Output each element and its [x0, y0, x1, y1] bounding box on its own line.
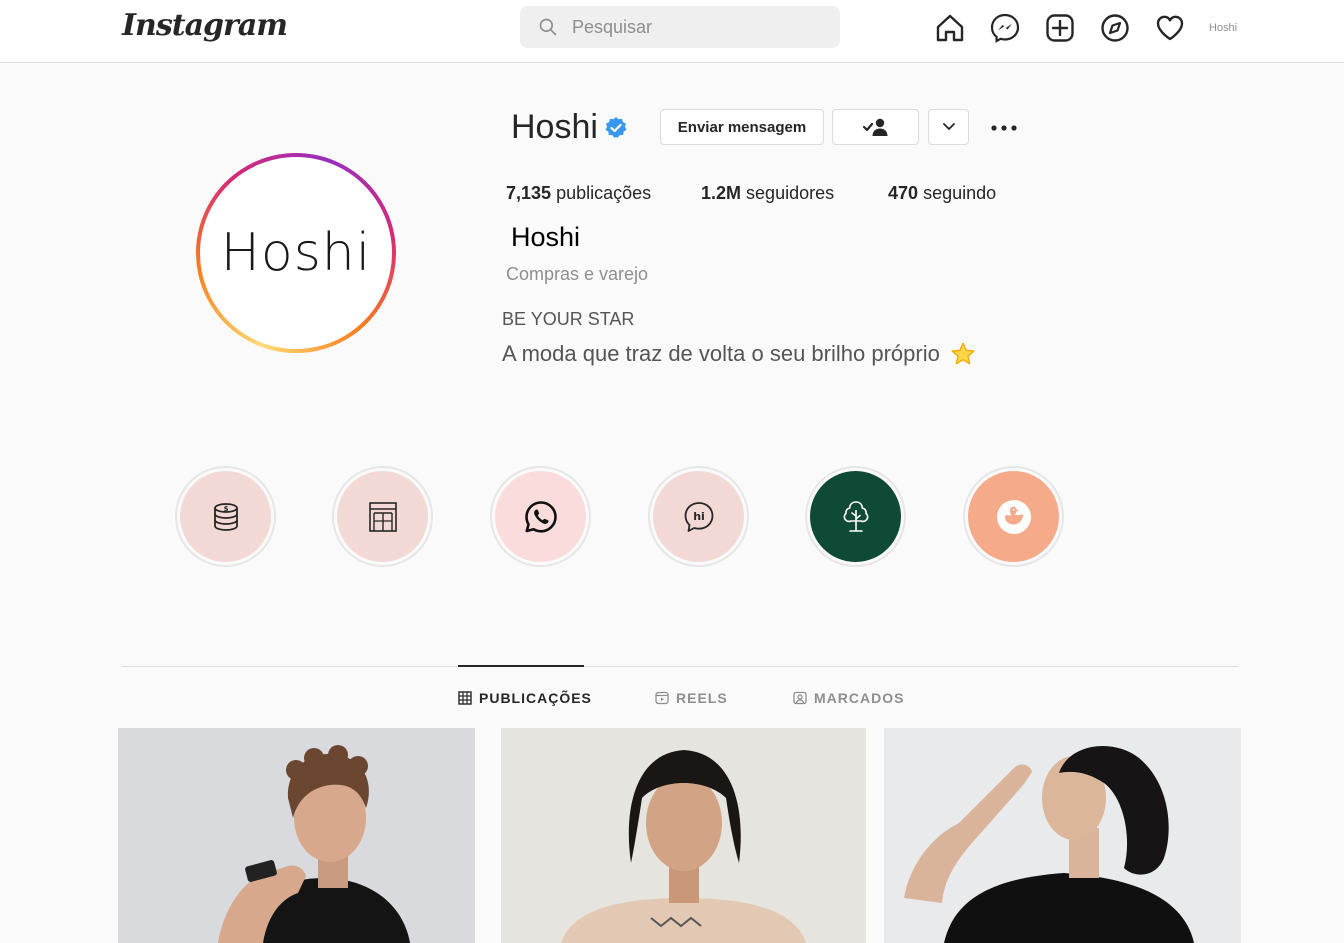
highlight-shop[interactable]: [332, 466, 433, 567]
profile-avatar[interactable]: Hoshi: [196, 153, 396, 353]
chevron-down-icon: [942, 123, 955, 130]
followers-stat[interactable]: 1.2M seguidores: [701, 183, 901, 204]
bio-line-2: A moda que traz de volta o seu brilho pr…: [502, 341, 976, 367]
active-tab-indicator: [458, 665, 584, 667]
highlight-duck-inner: [968, 471, 1059, 562]
post-thumbnail[interactable]: [884, 728, 1241, 943]
highlight-hi-chat[interactable]: hi: [648, 466, 749, 567]
profile-username: Hoshi: [511, 108, 598, 146]
posts-count: 7,135: [506, 183, 552, 203]
highlight-hi-chat-inner: hi: [653, 471, 744, 562]
tab-tagged[interactable]: MARCADOS: [793, 690, 904, 706]
post-thumbnail[interactable]: [118, 728, 475, 943]
explore-icon[interactable]: [1097, 10, 1133, 46]
tab-reels-label: REELS: [676, 690, 728, 706]
shop-icon: [368, 501, 397, 532]
svg-text:$: $: [223, 505, 228, 513]
home-icon[interactable]: [932, 10, 968, 46]
reels-icon: [655, 691, 669, 705]
post-image: [501, 728, 866, 943]
tree-icon: [843, 500, 868, 532]
profile-category: Compras e varejo: [506, 264, 649, 284]
new-post-icon[interactable]: [1042, 10, 1078, 46]
profile-link[interactable]: Hoshi: [1209, 22, 1237, 34]
tab-reels[interactable]: REELS: [655, 690, 728, 706]
following-stat[interactable]: 470 seguindo: [888, 183, 1088, 204]
following-button[interactable]: [832, 109, 919, 145]
tab-tagged-label: MARCADOS: [814, 690, 905, 706]
followers-label: seguidores: [746, 183, 835, 203]
top-nav-bar: Instagram Hoshi: [0, 0, 1344, 63]
highlight-shop-inner: [337, 471, 428, 562]
followers-count: 1.2M: [701, 183, 742, 203]
verified-badge-icon: [605, 117, 627, 138]
instagram-logo[interactable]: Instagram: [122, 8, 288, 43]
bio-line-1: BE YOUR STAR: [502, 309, 635, 329]
profile-full-name: Hoshi: [511, 222, 581, 252]
following-label: seguindo: [923, 183, 997, 203]
bio-line-2-text: A moda que traz de volta o seu brilho pr…: [502, 341, 940, 366]
posts-stat: 7,135 publicações: [506, 183, 706, 204]
following-count: 470: [888, 183, 919, 203]
highlight-duck[interactable]: [963, 466, 1064, 567]
profile-stats: 7,135 publicações 1.2M seguidores 470 se…: [506, 183, 1106, 211]
coins-icon: $: [213, 502, 238, 531]
search-input[interactable]: [572, 16, 812, 38]
svg-text:hi: hi: [693, 510, 705, 523]
send-message-button[interactable]: Enviar mensagem: [660, 109, 824, 145]
activity-heart-icon[interactable]: [1152, 10, 1188, 46]
highlight-whatsapp-inner: [495, 471, 586, 562]
highlight-tree[interactable]: [805, 466, 906, 567]
suggested-dropdown-button[interactable]: [928, 109, 969, 145]
duck-icon: [996, 499, 1031, 534]
tab-publications[interactable]: PUBLICAÇÕES: [458, 690, 592, 706]
hi-chat-icon: hi: [684, 501, 713, 532]
messenger-icon[interactable]: [987, 10, 1023, 46]
search-icon: [539, 18, 557, 36]
highlight-tree-inner: [810, 471, 901, 562]
post-image: [884, 728, 1241, 943]
posts-label: publicações: [556, 183, 652, 203]
highlight-whatsapp[interactable]: [490, 466, 591, 567]
highlight-coins-inner: $: [180, 471, 271, 562]
tabs-divider: [122, 666, 1238, 667]
post-image: [118, 728, 475, 943]
star-emoji-icon: [951, 342, 975, 365]
user-check-icon: [862, 118, 887, 136]
grid-icon: [458, 691, 472, 705]
avatar-inner: Hoshi: [200, 157, 392, 349]
tab-publications-label: PUBLICAÇÕES: [479, 690, 592, 706]
nav-icons: Hoshi: [932, 10, 1237, 46]
highlight-coins[interactable]: $: [175, 466, 276, 567]
whatsapp-icon: [524, 500, 557, 533]
post-thumbnail[interactable]: [501, 728, 866, 943]
tagged-icon: [793, 691, 807, 705]
avatar-logo-text: Hoshi: [220, 223, 372, 283]
more-options-icon[interactable]: [988, 116, 1020, 140]
search-box[interactable]: [520, 6, 840, 48]
